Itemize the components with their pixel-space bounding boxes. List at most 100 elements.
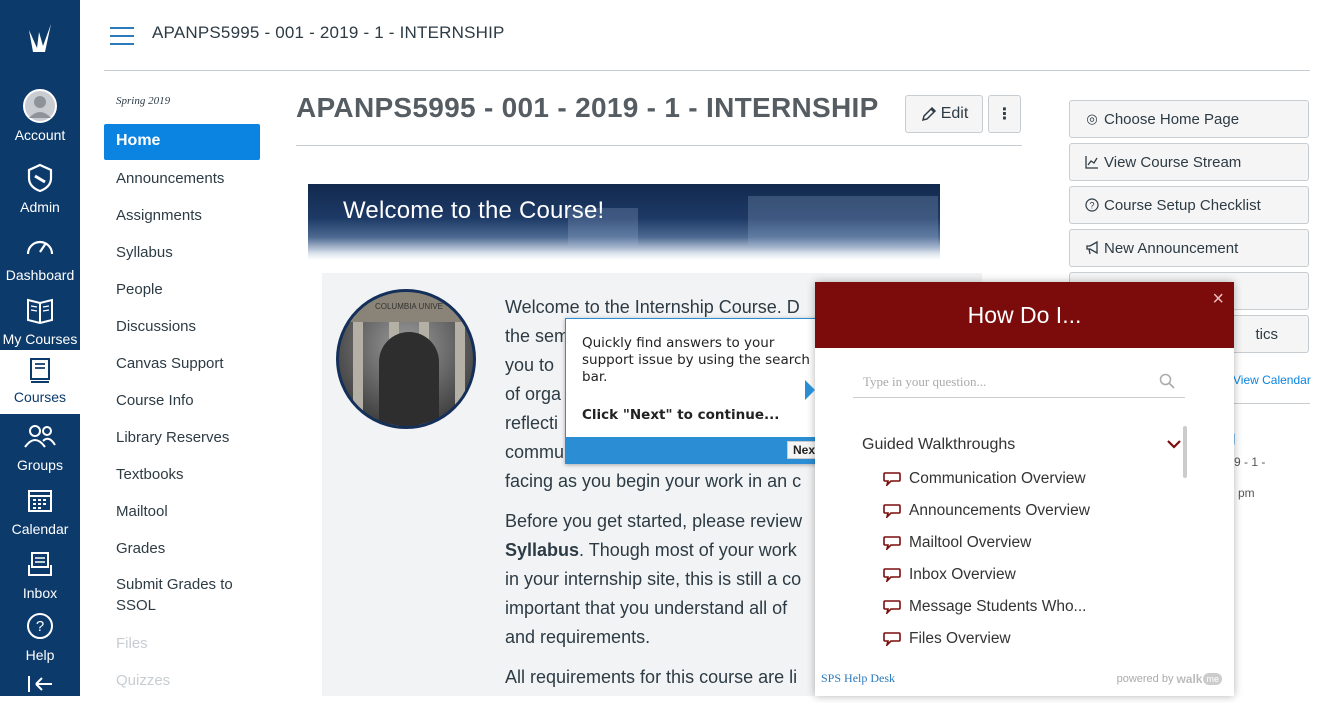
view-calendar-link[interactable]: View Calendar	[1233, 373, 1311, 387]
text-line: of orga	[505, 384, 562, 404]
how-do-i-search-input[interactable]: Type in your question...	[853, 368, 1185, 398]
course-nav-mailtool[interactable]: Mailtool	[104, 493, 260, 530]
course-nav-people[interactable]: People	[104, 271, 260, 308]
global-nav-label: Courses	[13, 389, 67, 405]
walkthrough-item[interactable]: Inbox Overview	[883, 566, 1016, 584]
text-line: All requirements for this course are li	[505, 667, 798, 687]
walkthrough-tooltip: x Quickly find answers to your support i…	[565, 318, 830, 464]
chevron-down-icon[interactable]	[1167, 436, 1181, 452]
new-announcement-button[interactable]: New Announcement	[1069, 229, 1309, 267]
walkthrough-item[interactable]: Message Students Who...	[883, 598, 1086, 616]
walkthrough-label: Communication Overview	[909, 470, 1086, 487]
powered-by-walkme: powered by walk me	[1117, 672, 1222, 686]
course-nav-library-reserves[interactable]: Library Reserves	[104, 419, 260, 456]
global-nav-my-courses[interactable]: My Courses	[0, 292, 80, 347]
text-line: in your internship site, this is still a…	[505, 569, 802, 589]
todo-fragment: pm	[1238, 486, 1255, 500]
global-nav-admin[interactable]: Admin	[0, 160, 80, 215]
speech-bubble-icon	[883, 504, 901, 518]
inbox-icon	[22, 546, 58, 582]
course-menu-toggle[interactable]	[110, 27, 134, 45]
choose-home-page-button[interactable]: ◎ Choose Home Page	[1069, 100, 1309, 138]
global-nav-groups[interactable]: Groups	[0, 418, 80, 473]
tooltip-pointer-arrow	[805, 380, 815, 400]
course-nav-discussions[interactable]: Discussions	[104, 308, 260, 345]
course-setup-checklist-button[interactable]: ? Course Setup Checklist	[1069, 186, 1309, 224]
stream-chart-icon	[1084, 155, 1100, 169]
global-nav-courses[interactable]: Courses	[0, 350, 80, 414]
panel-scrollbar[interactable]	[1183, 426, 1187, 478]
text-line: and requirements.	[505, 627, 651, 647]
megaphone-icon	[1084, 241, 1100, 255]
button-label: New Announcement	[1104, 239, 1239, 257]
banner-title: Welcome to the Course!	[343, 197, 605, 224]
course-nav-grades[interactable]: Grades	[104, 530, 260, 567]
text-line: . Though most of your work	[579, 540, 797, 560]
view-course-stream-button[interactable]: View Course Stream	[1069, 143, 1309, 181]
global-nav-label: Calendar	[11, 521, 69, 537]
speech-bubble-icon	[883, 632, 901, 646]
column-shape	[353, 322, 363, 426]
welcome-banner: Welcome to the Course!	[308, 184, 940, 260]
walkthrough-label: Inbox Overview	[909, 566, 1016, 583]
title-divider	[296, 145, 1022, 146]
course-nav-assignments[interactable]: Assignments	[104, 197, 260, 234]
how-do-i-panel: How Do I... × Type in your question... G…	[805, 282, 1234, 696]
global-nav-help[interactable]: ? Help	[0, 608, 80, 663]
course-nav-textbooks[interactable]: Textbooks	[104, 456, 260, 493]
text-line: the sem	[505, 326, 570, 346]
global-nav-inbox[interactable]: Inbox	[0, 546, 80, 601]
hamburger-icon-line	[110, 35, 134, 37]
more-options-button[interactable]: ⋮	[988, 95, 1021, 133]
course-nav-canvas-support[interactable]: Canvas Support	[104, 345, 260, 382]
crown-logo-icon	[29, 24, 51, 52]
sps-help-desk-link[interactable]: SPS Help Desk	[821, 671, 895, 686]
global-nav-label: My Courses	[2, 331, 78, 347]
button-label: View Course Stream	[1104, 153, 1242, 171]
close-icon[interactable]: ×	[1212, 288, 1224, 311]
hamburger-icon	[110, 27, 134, 29]
kebab-menu-icon: ⋮	[996, 106, 1013, 123]
text-line: commu	[505, 442, 565, 462]
global-nav-label: Help	[25, 647, 55, 663]
search-icon[interactable]	[1159, 373, 1175, 393]
button-label: Course Setup Checklist	[1104, 196, 1261, 214]
walkthrough-item[interactable]: Mailtool Overview	[883, 534, 1031, 552]
speech-bubble-icon	[883, 536, 901, 550]
walkthrough-label: Mailtool Overview	[909, 534, 1032, 551]
walkthrough-item[interactable]: Communication Overview	[883, 470, 1086, 488]
text-line: you to	[505, 355, 555, 375]
walkthrough-item[interactable]: Announcements Overview	[883, 502, 1090, 520]
target-icon: ◎	[1086, 111, 1098, 126]
breadcrumb[interactable]: APANPS5995 - 001 - 2019 - 1 - INTERNSHIP	[152, 23, 505, 43]
statue-figure	[379, 332, 439, 426]
collapse-nav-button[interactable]	[0, 674, 80, 694]
todo-fragment: 9 - 1 -	[1234, 455, 1266, 469]
global-nav-dashboard[interactable]: Dashboard	[0, 228, 80, 283]
walkthrough-item[interactable]: Files Overview	[883, 630, 1011, 648]
guided-walkthroughs-header[interactable]: Guided Walkthroughs	[862, 436, 1015, 454]
global-nav-calendar[interactable]: Calendar	[0, 482, 80, 537]
course-nav-submit-grades[interactable]: Submit Grades to SSOL	[104, 567, 260, 625]
course-nav-quizzes: Quizzes	[116, 672, 171, 689]
walkthrough-label: Files Overview	[909, 630, 1011, 647]
how-do-i-header: How Do I...	[815, 282, 1234, 348]
global-nav-account[interactable]: Account	[0, 88, 80, 143]
course-nav-home[interactable]: Home	[104, 124, 260, 160]
course-nav-announcements[interactable]: Announcements	[104, 160, 260, 197]
how-do-i-title: How Do I...	[967, 301, 1082, 328]
global-nav-label: Dashboard	[5, 267, 75, 283]
edit-button[interactable]: Edit	[905, 95, 983, 133]
syllabus-bold: Syllabus	[505, 540, 580, 560]
global-navigation: Account Admin Dashboard My Courses Cours…	[0, 0, 80, 696]
svg-text:?: ?	[36, 618, 44, 635]
institution-logo[interactable]	[0, 18, 80, 68]
global-nav-label: Groups	[17, 457, 63, 473]
hamburger-icon-line	[110, 43, 134, 45]
course-nav-course-info[interactable]: Course Info	[104, 382, 260, 419]
course-nav-syllabus[interactable]: Syllabus	[104, 234, 260, 271]
statue-caption: COLUMBIA UNIVE	[339, 292, 473, 322]
global-nav-label: Inbox	[22, 585, 58, 601]
powered-by-text: powered by	[1116, 673, 1174, 685]
speech-bubble-icon	[883, 600, 901, 614]
